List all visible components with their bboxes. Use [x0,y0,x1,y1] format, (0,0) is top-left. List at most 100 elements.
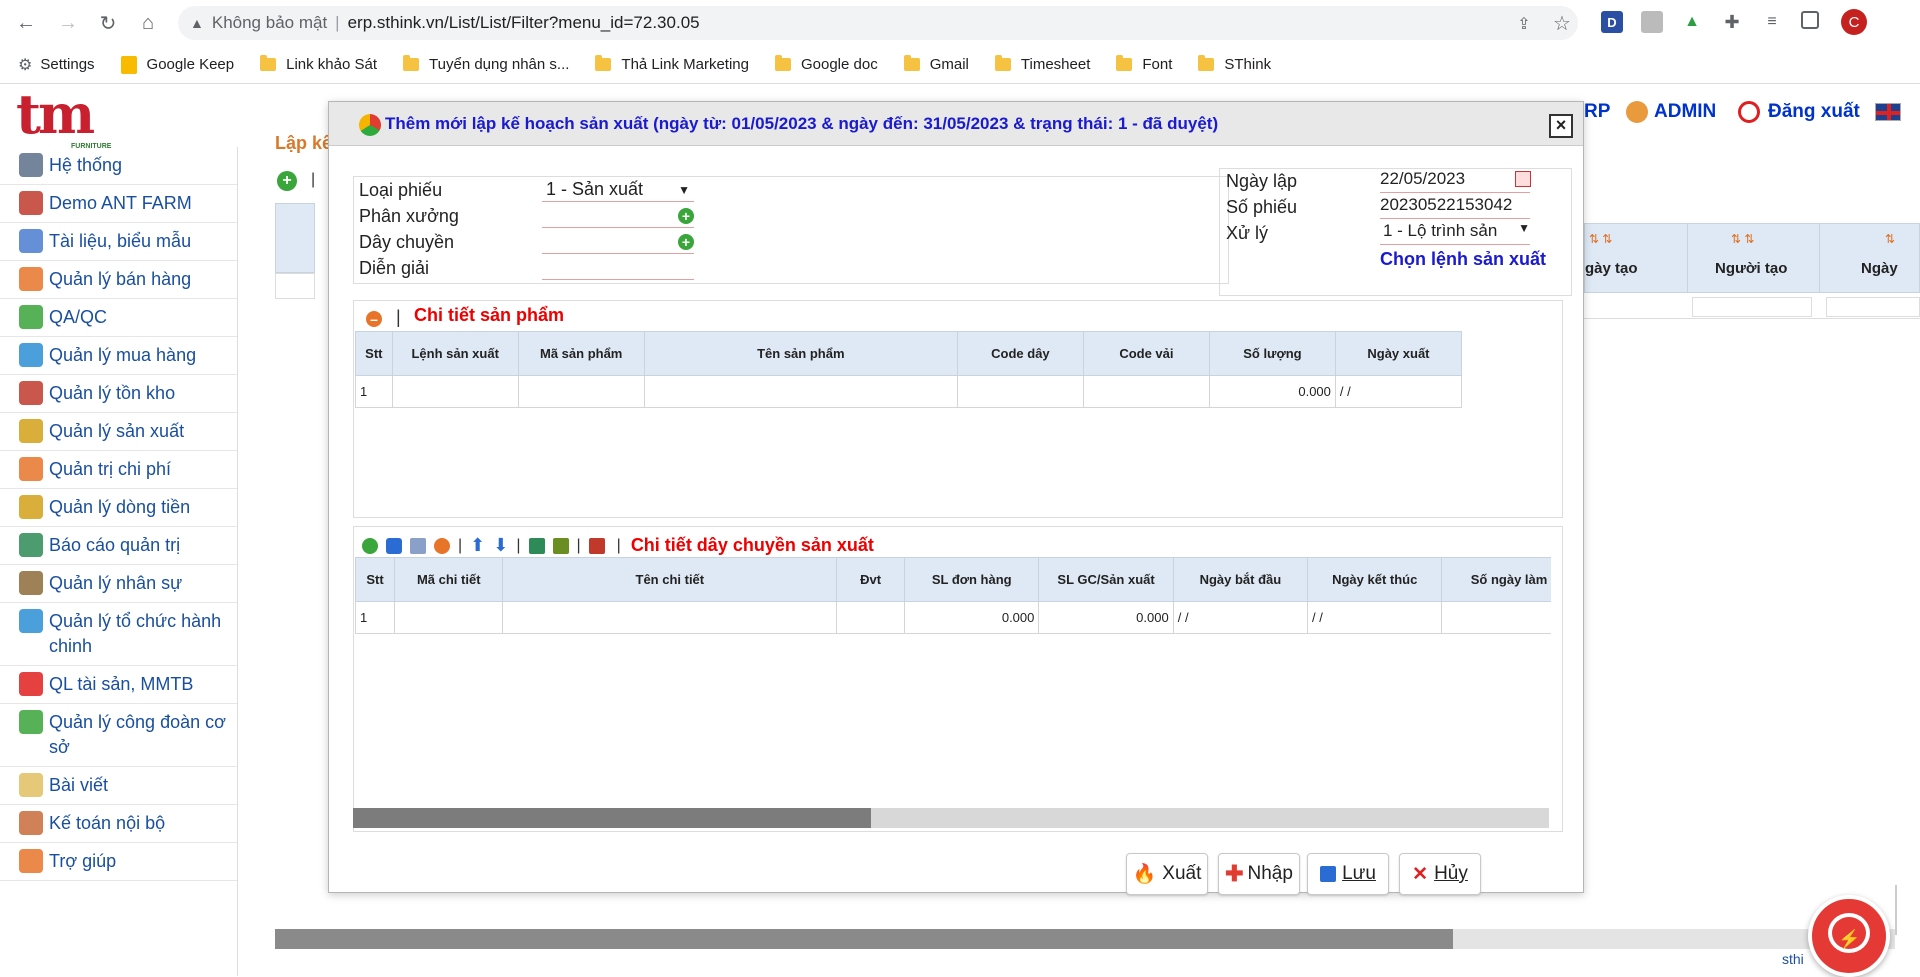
sidebar-item[interactable]: Báo cáo quản trị [0,527,237,565]
column-header[interactable]: Ngày bắt đầu [1172,557,1309,602]
profile-avatar[interactable]: C [1841,9,1867,35]
upload-icon[interactable] [528,537,545,554]
sidebar-item[interactable]: Quản lý bán hàng [0,261,237,299]
sidebar-item[interactable]: Demo ANT FARM [0,185,237,223]
share-icon[interactable]: ⇪ [1510,10,1538,38]
calendar-icon[interactable] [1515,171,1531,187]
add-icon[interactable]: + [678,233,694,250]
sort-icon[interactable]: ⇅ [1885,232,1895,246]
table-cell[interactable]: 0 [1441,601,1551,634]
table-cell[interactable]: 1 [355,375,393,408]
add-icon[interactable]: + [678,207,694,224]
so-phieu-input[interactable]: 20230522153042 [1380,195,1530,219]
column-header[interactable]: Code dây [956,331,1084,376]
bookmark-settings[interactable]: ⚙ Settings [18,55,95,75]
column-header[interactable]: Số lượng [1208,331,1336,376]
sidebar-item[interactable]: Quản lý nhân sự [0,565,237,603]
sidebar-item[interactable]: Quản trị chi phí [0,451,237,489]
messenger-chat-icon[interactable]: ⚡ [1808,895,1890,977]
column-header[interactable]: Mã sản phẩm [517,331,645,376]
collapse-icon[interactable]: – [366,311,382,327]
copy-icon[interactable] [386,537,402,554]
table-cell[interactable] [836,601,906,634]
bookmark-folder[interactable]: Gmail [903,55,969,73]
column-header[interactable]: Ngày kết thúc [1307,557,1443,602]
bookmark-folder[interactable]: Font [1116,55,1172,73]
remove-icon[interactable] [434,537,450,554]
company-logo[interactable]: tm FURNITURE [16,87,111,151]
sidebar-item[interactable]: Bài viết [0,767,237,805]
table-cell[interactable]: 1 [355,601,396,634]
save-button[interactable]: Lưu [1307,853,1389,895]
column-header[interactable]: Code vải [1082,331,1210,376]
admin-menu[interactable]: ADMIN [1626,101,1716,123]
sort-icon[interactable]: ⇅ ⇅ [1589,232,1612,246]
back-icon[interactable]: ← [12,9,40,37]
bookmark-folder[interactable]: Timesheet [994,55,1090,73]
column-header[interactable]: gày tạo [1585,260,1638,277]
table-cell[interactable] [643,375,958,408]
sidebar-item[interactable]: Quản lý công đoàn cơ sở [0,704,237,767]
sidebar-item[interactable]: Tài liệu, biểu mẫu [0,223,237,261]
column-header[interactable]: Tên chi tiết [502,557,838,602]
add-icon[interactable] [362,537,378,554]
day-chuyen-field[interactable]: + [542,230,694,254]
close-icon[interactable]: × [1549,114,1573,138]
page-horizontal-scrollbar[interactable] [275,929,1895,949]
reload-icon[interactable]: ↻ [94,9,122,37]
phan-xuong-field[interactable]: + [542,204,694,228]
scroll-thumb[interactable] [275,929,1453,949]
column-header[interactable]: Người tạo [1715,260,1787,277]
sidebar-item[interactable]: Quản lý dòng tiền [0,489,237,527]
logout-button[interactable]: Đăng xuất [1738,101,1860,123]
table-cell[interactable]: / / [1307,601,1443,634]
bookmark-folder[interactable]: SThink [1198,55,1271,73]
sidebar-item[interactable]: QL tài sản, MMTB [0,666,237,704]
eraser-icon[interactable] [588,537,605,554]
sidebar-item[interactable]: Quản lý tồn kho [0,375,237,413]
table-cell[interactable] [502,601,838,634]
forward-icon[interactable]: → [54,9,82,37]
star-icon[interactable]: ☆ [1548,9,1576,37]
dien-giai-input[interactable] [542,256,694,280]
table-cell[interactable] [1082,375,1210,408]
home-icon[interactable]: ⌂ [134,9,162,37]
column-header[interactable]: Số ngày làm [1441,557,1551,602]
column-header[interactable]: SL đơn hàng [904,557,1040,602]
table-cell[interactable]: / / [1334,375,1463,408]
table-cell[interactable]: 0.000 [1038,601,1174,634]
column-header[interactable]: Stt [355,331,393,376]
sidebar-item[interactable]: Hệ thống [0,147,237,185]
extension-avatar-icon[interactable] [1641,11,1663,33]
column-header[interactable]: Đvt [836,557,906,602]
column-header[interactable]: Stt [355,557,396,602]
table-cell[interactable]: / / [1172,601,1309,634]
table-cell[interactable] [394,601,504,634]
sidebar-item[interactable]: Quản lý sản xuất [0,413,237,451]
column-header[interactable]: Tên sản phẩm [643,331,958,376]
choose-production-order-link[interactable]: Chọn lệnh sản xuất [1380,247,1560,271]
extension-hat-icon[interactable]: ▲ [1681,11,1703,33]
export-button[interactable]: 🔥 Xuất [1126,853,1208,895]
sidebar-item[interactable]: Quản lý mua hàng [0,337,237,375]
filter-input[interactable] [1826,297,1920,317]
table-cell[interactable] [391,375,519,408]
bookmark-folder[interactable]: Tuyển dụng nhân s... [403,55,569,73]
address-bar[interactable]: ▲ Không bảo mật | erp.sthink.vn/List/Lis… [178,6,1578,40]
sidebar-item[interactable]: Quản lý tổ chức hành chinh [0,603,237,666]
sidebar-item[interactable]: Kế toán nội bộ [0,805,237,843]
column-header[interactable]: Mã chi tiết [394,557,504,602]
reading-list-icon[interactable]: ≡ [1761,11,1783,33]
english-flag-icon[interactable] [1875,103,1901,121]
bookmark-folder[interactable]: Google doc [774,55,878,73]
bookmark-google-keep[interactable]: Google Keep [120,55,234,74]
table-cell[interactable]: 0.000 [904,601,1040,634]
xu-ly-select[interactable]: 1 - Lộ trình sản ▼ [1380,221,1530,245]
download-icon[interactable] [552,537,569,554]
sort-icon[interactable]: ⇅ ⇅ [1731,232,1754,246]
sidebar-item[interactable]: Trợ giúp [0,843,237,881]
column-header[interactable]: Ngày [1861,260,1898,277]
table-cell[interactable] [517,375,645,408]
cancel-button[interactable]: ✕ Hủy [1399,853,1481,895]
bookmark-folder[interactable]: Thả Link Marketing [595,55,749,73]
